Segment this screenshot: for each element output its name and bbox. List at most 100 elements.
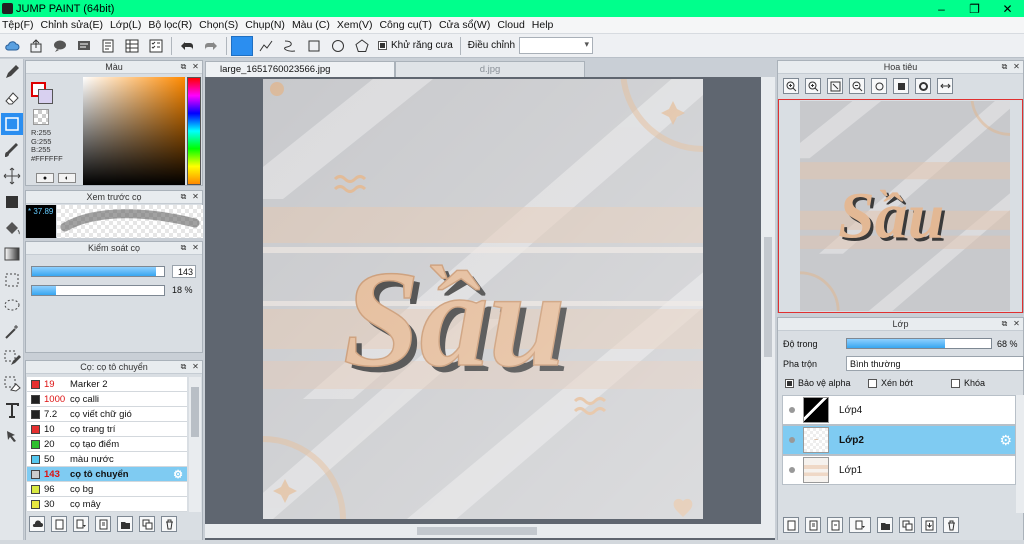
float-icon[interactable]: ⧉ [1000,319,1009,328]
brush-list-item[interactable]: 7.2 cọ viết chữ gió [27,407,187,422]
float-icon[interactable]: ⧉ [1000,62,1009,71]
select-pen-tool-icon[interactable] [1,347,23,369]
antialias-option[interactable]: Khử răng cưa [378,40,453,51]
marquee-tool-icon[interactable] [1,269,23,291]
close-icon[interactable]: ✕ [191,62,200,71]
layer-opacity-slider[interactable] [846,338,992,349]
layer-menu-icon[interactable] [849,517,871,533]
new-brush-icon[interactable] [51,516,67,532]
polygon-mode-icon[interactable] [351,36,373,56]
move-tool-icon[interactable] [1,165,23,187]
brush-size-input[interactable]: 143 [172,265,196,278]
brush-list-scrollbar[interactable] [189,377,201,512]
actual-size-icon[interactable] [893,78,909,94]
antialias-checkbox[interactable] [378,41,387,50]
menu-color[interactable]: Màu (C) [292,19,330,31]
new-layer-icon[interactable] [783,517,799,533]
color-picker-field[interactable] [83,77,185,185]
menu-edit[interactable]: Chỉnh sửa(E) [41,19,103,31]
background-color-swatch[interactable] [38,89,53,104]
brush-menu-icon[interactable] [73,516,89,532]
menu-select[interactable]: Chọn(S) [199,19,238,31]
bucket-tool-icon[interactable] [1,217,23,239]
brush-list-item[interactable]: 96 cọ bg [27,482,187,497]
visibility-icon[interactable] [789,467,795,473]
share-icon[interactable] [25,36,47,56]
float-icon[interactable]: ⧉ [179,62,188,71]
message-icon[interactable] [73,36,95,56]
menu-cloud[interactable]: Cloud [497,19,524,31]
layer-row-lop4[interactable]: Lớp4 [782,395,1016,425]
scroll-thumb[interactable] [191,387,199,437]
layer-settings-gear-icon[interactable]: ⚙ [999,432,1012,449]
layer-list-scrollbar[interactable] [1016,395,1024,513]
brush-size-slider[interactable] [31,266,165,277]
rectangle-mode-icon[interactable] [303,36,325,56]
clipping-option[interactable]: Xén bớt [868,378,913,388]
redo-icon[interactable] [200,36,222,56]
lock-option[interactable]: Khóa [951,378,985,388]
clipping-checkbox[interactable] [868,378,877,388]
fit-screen-icon[interactable] [827,78,843,94]
new-layer-1bit-icon[interactable] [827,517,843,533]
menu-help[interactable]: Help [532,19,554,31]
menu-tools[interactable]: Công cụ(T) [379,19,432,31]
minimize-button[interactable]: – [925,0,958,17]
float-icon[interactable]: ⧉ [179,243,188,252]
brush-settings-gear-icon[interactable]: ⚙ [173,468,183,481]
maximize-button[interactable]: ❐ [958,0,991,17]
canvas-horizontal-scrollbar[interactable] [205,524,775,538]
tab-large-jpg[interactable]: large_1651760023566.jpg [205,61,395,77]
layer-row-lop2[interactable]: ~ Lớp2 ⚙ [782,425,1016,455]
operation-tool-icon[interactable] [1,425,23,447]
canvas-document[interactable]: Sầu Sầu [263,79,703,519]
checklist-icon[interactable] [145,36,167,56]
protect-alpha-checkbox[interactable] [785,378,794,388]
new-layer-8bit-icon[interactable] [805,517,821,533]
brush-list-item[interactable]: 30 cọ mây [27,497,187,512]
close-button[interactable]: ✕ [991,0,1024,17]
ellipse-mode-icon[interactable] [327,36,349,56]
comment-icon[interactable] [49,36,71,56]
duplicate-icon[interactable] [139,516,155,532]
close-icon[interactable]: ✕ [191,243,200,252]
visibility-icon[interactable] [789,407,795,413]
rotate-right-icon[interactable] [915,78,931,94]
protect-alpha-option[interactable]: Bảo vệ alpha [785,378,851,388]
adjust-select[interactable] [519,37,594,54]
menu-filter[interactable]: Bộ lọc(R) [148,19,192,31]
freehand-mode-icon[interactable] [231,35,253,56]
selection-rect-tool-icon[interactable] [1,113,23,135]
flip-icon[interactable] [937,78,953,94]
delete-layer-icon[interactable] [943,517,959,533]
zoom-in-plus-icon[interactable] [805,78,821,94]
copy-layer-icon[interactable] [899,517,915,533]
layer-folder-icon[interactable] [877,517,893,533]
brush-list-item[interactable]: 20 cọ tạo điểm [27,437,187,452]
cloud-icon[interactable] [1,36,23,56]
gradient-tool-icon[interactable] [1,243,23,265]
close-icon[interactable]: ✕ [1012,319,1021,328]
navigator-preview[interactable]: Sầu Sầu [800,101,1010,311]
menu-capture[interactable]: Chụp(N) [245,19,285,31]
line-mode-icon[interactable] [255,36,277,56]
pen-tool-icon[interactable] [1,61,23,83]
brush-opacity-slider[interactable] [31,285,165,296]
fill-rect-tool-icon[interactable] [1,191,23,213]
brush-tool-icon[interactable] [1,139,23,161]
tab-d-jpg[interactable]: d.jpg [395,61,585,77]
close-icon[interactable]: ✕ [191,362,200,371]
folder-icon[interactable] [117,516,133,532]
close-icon[interactable]: ✕ [191,192,200,201]
zoom-out-icon[interactable] [849,78,865,94]
magic-wand-tool-icon[interactable] [1,321,23,343]
blend-mode-select[interactable]: Bình thường [846,356,1024,371]
float-icon[interactable]: ⧉ [179,362,188,371]
text-tool-icon[interactable] [1,399,23,421]
lasso-tool-icon[interactable] [1,295,23,317]
float-icon[interactable]: ⧉ [179,192,188,201]
select-eraser-tool-icon[interactable] [1,373,23,395]
grid-list-icon[interactable] [121,36,143,56]
menu-view[interactable]: Xem(V) [337,19,373,31]
brush-list-item[interactable]: 19 Marker 2 [27,377,187,392]
